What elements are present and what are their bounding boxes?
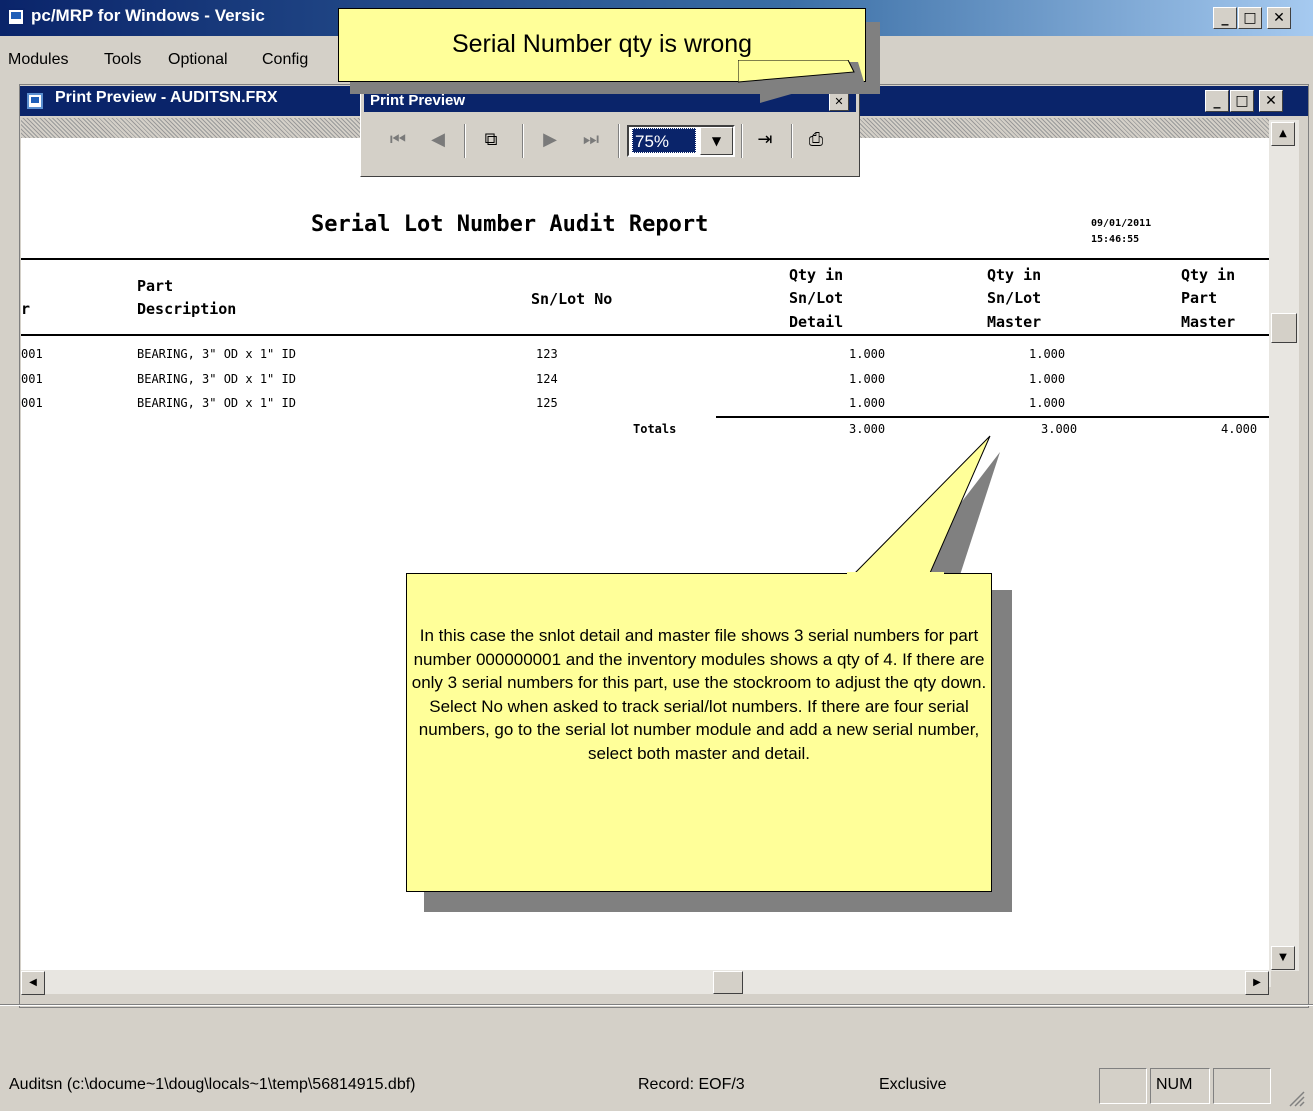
toolbar-separator bbox=[464, 124, 466, 158]
app-icon[interactable] bbox=[7, 8, 25, 26]
status-pane-scroll bbox=[1213, 1068, 1271, 1104]
report-title: Serial Lot Number Audit Report bbox=[311, 212, 709, 237]
row-3-master: 1.000 bbox=[1029, 396, 1066, 410]
status-num: NUM bbox=[1156, 1076, 1193, 1093]
toolbar-separator bbox=[522, 124, 524, 158]
row-3-desc: BEARING, 3" OD x 1" ID bbox=[137, 396, 296, 410]
row-2-master: 1.000 bbox=[1029, 372, 1066, 386]
status-divider bbox=[0, 1004, 1313, 1006]
row-1-desc: BEARING, 3" OD x 1" ID bbox=[137, 347, 296, 361]
row-2-detail: 1.000 bbox=[849, 372, 886, 386]
totals-master: 3.000 bbox=[1041, 422, 1078, 436]
toolbar-separator bbox=[618, 124, 620, 158]
toolbar-separator bbox=[791, 124, 793, 158]
row-2-desc: BEARING, 3" OD x 1" ID bbox=[137, 372, 296, 386]
go-to-page-icon[interactable]: ⧉ bbox=[476, 125, 506, 155]
row-2-part: 001 bbox=[21, 372, 43, 386]
col-snlot-header: Sn/Lot No bbox=[531, 290, 613, 308]
totals-rule bbox=[716, 416, 1269, 418]
report-time: 15:46:55 bbox=[1091, 234, 1140, 245]
status-pane-caps bbox=[1099, 1068, 1147, 1104]
printer-icon[interactable]: ⎙ bbox=[801, 125, 831, 155]
report-date: 09/01/2011 bbox=[1091, 218, 1152, 229]
row-1-part: 001 bbox=[21, 347, 43, 361]
scroll-right-button[interactable]: ▶ bbox=[1245, 971, 1269, 995]
toolbar-title: Print Preview bbox=[370, 92, 466, 109]
last-page-icon[interactable]: ⏭ bbox=[576, 125, 606, 155]
close-button[interactable]: ✕ bbox=[1267, 7, 1291, 29]
top-callout-tail bbox=[738, 60, 864, 92]
child-maximize-button[interactable]: □ bbox=[1230, 90, 1254, 112]
status-mode: Exclusive bbox=[879, 1076, 947, 1093]
row-3-detail: 1.000 bbox=[849, 396, 886, 410]
horizontal-scroll-thumb[interactable] bbox=[713, 971, 743, 994]
zoom-value[interactable]: 75% bbox=[632, 128, 696, 153]
scroll-left-button[interactable]: ◀ bbox=[21, 971, 45, 995]
close-preview-icon[interactable]: ⇥ bbox=[750, 125, 780, 155]
app-title: pc/MRP for Windows - Versic bbox=[31, 6, 265, 25]
prev-page-icon[interactable]: ◀ bbox=[423, 125, 453, 155]
size-grip[interactable] bbox=[1271, 971, 1299, 995]
status-file: Auditsn (c:\docume~1\doug\locals~1\temp\… bbox=[9, 1076, 416, 1093]
horizontal-scrollbar[interactable] bbox=[21, 970, 1269, 994]
scroll-down-button[interactable]: ▼ bbox=[1271, 946, 1295, 970]
zoom-dropdown-button[interactable]: ▼ bbox=[700, 127, 733, 155]
row-3-part: 001 bbox=[21, 396, 43, 410]
col-part-master-header-2: Part bbox=[1181, 289, 1218, 307]
toolbar-separator bbox=[741, 124, 743, 158]
col-master-header-2: Sn/Lot bbox=[987, 289, 1042, 307]
menu-tools[interactable]: Tools bbox=[104, 51, 141, 69]
totals-part-master: 4.000 bbox=[1221, 422, 1258, 436]
status-record: Record: EOF/3 bbox=[638, 1076, 745, 1093]
vertical-scroll-thumb[interactable] bbox=[1271, 313, 1297, 343]
child-title: Print Preview - AUDITSN.FRX bbox=[55, 89, 278, 106]
row-3-sn: 125 bbox=[536, 396, 558, 410]
header-rule-bottom bbox=[21, 334, 1269, 336]
vertical-scrollbar[interactable] bbox=[1269, 120, 1299, 987]
row-2-sn: 124 bbox=[536, 372, 558, 386]
callout-join bbox=[847, 572, 944, 575]
next-page-icon[interactable]: ▶ bbox=[535, 125, 565, 155]
menu-optional[interactable]: Optional bbox=[168, 51, 228, 69]
child-window-icon[interactable] bbox=[27, 93, 43, 109]
child-close-button[interactable]: ✕ bbox=[1259, 90, 1283, 112]
maximize-button[interactable]: □ bbox=[1238, 7, 1262, 29]
scroll-up-button[interactable]: ▲ bbox=[1271, 122, 1295, 146]
col-part-number-header: r bbox=[21, 300, 31, 318]
col-master-header-1: Qty in bbox=[987, 266, 1042, 284]
menu-modules[interactable]: Modules bbox=[8, 51, 68, 69]
header-rule-top bbox=[21, 258, 1269, 260]
menu-config[interactable]: Config bbox=[262, 51, 308, 69]
resize-grip-icon[interactable] bbox=[1286, 1088, 1306, 1108]
main-callout: In this case the snlot detail and master… bbox=[406, 573, 992, 892]
col-part-master-header-1: Qty in bbox=[1181, 266, 1236, 284]
first-page-icon[interactable]: ⏮ bbox=[383, 125, 413, 155]
row-1-sn: 123 bbox=[536, 347, 558, 361]
row-1-master: 1.000 bbox=[1029, 347, 1066, 361]
col-part-master-header-3: Master bbox=[1181, 313, 1236, 331]
minimize-button[interactable]: _ bbox=[1213, 7, 1237, 29]
row-1-detail: 1.000 bbox=[849, 347, 886, 361]
child-minimize-button[interactable]: _ bbox=[1205, 90, 1229, 112]
col-detail-header-1: Qty in bbox=[789, 266, 844, 284]
col-part-header: Part bbox=[137, 277, 174, 295]
col-detail-header-2: Sn/Lot bbox=[789, 289, 844, 307]
col-master-header-3: Master bbox=[987, 313, 1042, 331]
col-description-header: Description bbox=[137, 300, 237, 318]
col-detail-header-3: Detail bbox=[789, 313, 844, 331]
